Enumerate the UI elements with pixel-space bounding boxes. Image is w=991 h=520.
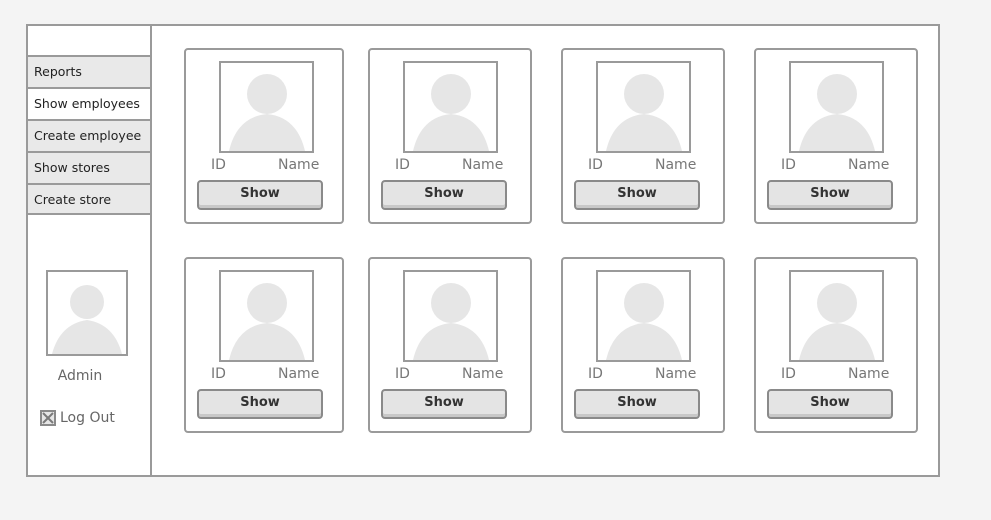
show-employee-button[interactable]: Show: [767, 180, 893, 210]
app-window: Reports Show employees Create employee S…: [26, 24, 940, 477]
person-silhouette-icon: [52, 285, 122, 354]
sidebar: Reports Show employees Create employee S…: [28, 26, 152, 475]
sidebar-item-reports[interactable]: Reports: [28, 55, 150, 87]
sidebar-nav: Reports Show employees Create employee S…: [28, 55, 150, 215]
employee-card: ID Name Show: [561, 48, 725, 224]
show-employee-button[interactable]: Show: [381, 180, 507, 210]
sidebar-item-create-store[interactable]: Create store: [28, 183, 150, 215]
person-silhouette-icon: [606, 283, 682, 360]
logout-label: Log Out: [60, 410, 115, 426]
employee-photo: [789, 61, 884, 153]
sidebar-item-create-employee[interactable]: Create employee: [28, 119, 150, 151]
employee-id-label: ID: [211, 366, 226, 382]
employee-photo: [403, 270, 498, 362]
person-silhouette-icon: [799, 74, 875, 151]
employee-photo: [403, 61, 498, 153]
employee-id-label: ID: [395, 366, 410, 382]
close-box-icon: [40, 410, 56, 426]
person-silhouette-icon: [606, 74, 682, 151]
employee-card: ID Name Show: [368, 48, 532, 224]
sidebar-item-show-employees[interactable]: Show employees: [28, 87, 150, 119]
person-silhouette-icon: [799, 283, 875, 360]
person-silhouette-icon: [413, 74, 489, 151]
show-employee-button[interactable]: Show: [381, 389, 507, 419]
avatar: [46, 270, 128, 356]
show-employee-button[interactable]: Show: [574, 389, 700, 419]
employee-name-label: Name: [848, 366, 890, 382]
person-silhouette-icon: [229, 74, 305, 151]
employee-id-label: ID: [781, 157, 796, 173]
person-silhouette-icon: [229, 283, 305, 360]
employee-card: ID Name Show: [754, 257, 918, 433]
show-employee-button[interactable]: Show: [197, 389, 323, 419]
logout-button[interactable]: Log Out: [40, 408, 115, 428]
show-employee-button[interactable]: Show: [574, 180, 700, 210]
employee-photo: [596, 61, 691, 153]
user-name: Admin: [57, 368, 103, 384]
employee-name-label: Name: [278, 366, 320, 382]
employee-id-label: ID: [395, 157, 410, 173]
employee-name-label: Name: [655, 157, 697, 173]
employee-name-label: Name: [655, 366, 697, 382]
employee-photo: [596, 270, 691, 362]
show-employee-button[interactable]: Show: [197, 180, 323, 210]
employee-card: ID Name Show: [754, 48, 918, 224]
employee-photo: [219, 270, 314, 362]
employee-photo: [789, 270, 884, 362]
employee-card: ID Name Show: [561, 257, 725, 433]
employee-name-label: Name: [278, 157, 320, 173]
employee-card: ID Name Show: [184, 48, 344, 224]
employee-id-label: ID: [781, 366, 796, 382]
employee-card: ID Name Show: [368, 257, 532, 433]
employee-id-label: ID: [588, 366, 603, 382]
employee-card: ID Name Show: [184, 257, 344, 433]
employee-id-label: ID: [211, 157, 226, 173]
show-employee-button[interactable]: Show: [767, 389, 893, 419]
employee-name-label: Name: [848, 157, 890, 173]
person-silhouette-icon: [413, 283, 489, 360]
employee-id-label: ID: [588, 157, 603, 173]
sidebar-item-show-stores[interactable]: Show stores: [28, 151, 150, 183]
employee-name-label: Name: [462, 366, 504, 382]
employee-name-label: Name: [462, 157, 504, 173]
employee-photo: [219, 61, 314, 153]
